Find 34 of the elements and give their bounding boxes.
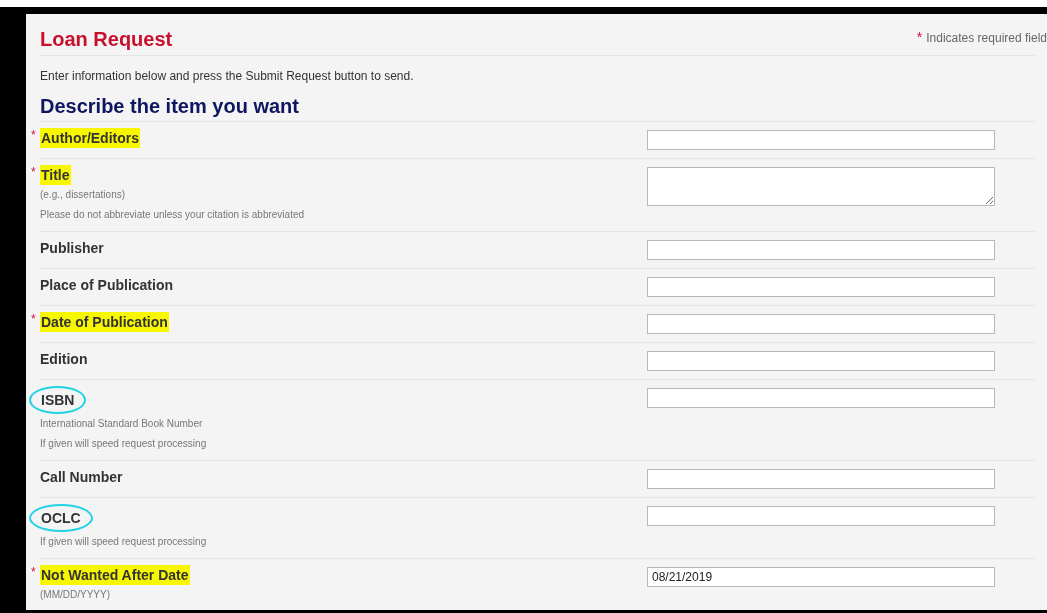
required-asterisk: * [31, 127, 36, 144]
text-input[interactable] [647, 351, 995, 371]
required-note: * Indicates required field [916, 28, 1047, 47]
title-textarea[interactable] [647, 167, 995, 206]
section-heading: Describe the item you want [40, 94, 300, 119]
field-label: ISBN [29, 386, 87, 414]
field-label: OCLC [29, 504, 93, 532]
required-asterisk: * [31, 564, 36, 581]
required-asterisk: * [31, 311, 36, 328]
field-label: Publisher [40, 239, 104, 258]
field-note: International Standard Book Number [40, 417, 204, 431]
field-note: Please do not abbreviate unless your citation is abbreviated [40, 208, 306, 222]
field-label: Author/Editors [40, 128, 140, 148]
field-note: If given will speed request processing [40, 437, 208, 451]
text-input[interactable] [647, 506, 995, 526]
field-note: (MM/DD/YYYY) [40, 588, 111, 602]
required-asterisk: * [31, 164, 36, 181]
text-input[interactable] [647, 314, 995, 334]
field-label: Place of Publication [40, 276, 174, 295]
field-label: Date of Publication [40, 312, 169, 332]
field-label: Edition [40, 350, 88, 369]
text-input[interactable] [647, 130, 995, 150]
text-input[interactable] [647, 469, 995, 489]
text-input[interactable] [647, 388, 995, 408]
field-note: (e.g., dissertations) [40, 188, 127, 202]
text-input[interactable]: 08/21/2019 [647, 567, 995, 587]
field-label: Title [40, 165, 71, 185]
field-label: Not Wanted After Date [40, 565, 190, 585]
text-input[interactable] [647, 277, 995, 297]
field-note: If given will speed request processing [40, 535, 208, 549]
page-title: Loan Request [40, 27, 173, 51]
field-label: Call Number [40, 468, 123, 487]
intro-text: Enter information below and press the Submit Request button to send. [40, 68, 415, 85]
text-input[interactable] [647, 240, 995, 260]
